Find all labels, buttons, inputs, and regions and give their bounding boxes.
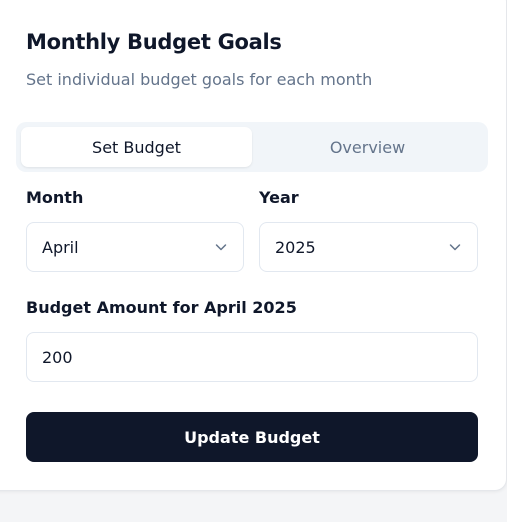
card-title: Monthly Budget Goals (26, 30, 282, 54)
year-select-value: 2025 (275, 237, 316, 257)
year-select[interactable]: 2025 (259, 222, 478, 272)
month-select-value: April (42, 237, 79, 257)
budget-amount-label: Budget Amount for April 2025 (26, 298, 297, 317)
month-label: Month (26, 188, 84, 207)
update-budget-button[interactable]: Update Budget (26, 412, 478, 462)
tab-overview[interactable]: Overview (252, 127, 483, 167)
card-subtitle: Set individual budget goals for each mon… (26, 70, 373, 89)
chevron-down-icon (449, 244, 461, 251)
budget-amount-input[interactable]: 200 (26, 332, 478, 382)
tab-set-budget[interactable]: Set Budget (21, 127, 252, 167)
month-select[interactable]: April (26, 222, 244, 272)
year-label: Year (259, 188, 299, 207)
tab-list: Set Budget Overview (16, 122, 488, 172)
budget-amount-value: 200 (42, 347, 73, 367)
chevron-down-icon (215, 244, 227, 251)
